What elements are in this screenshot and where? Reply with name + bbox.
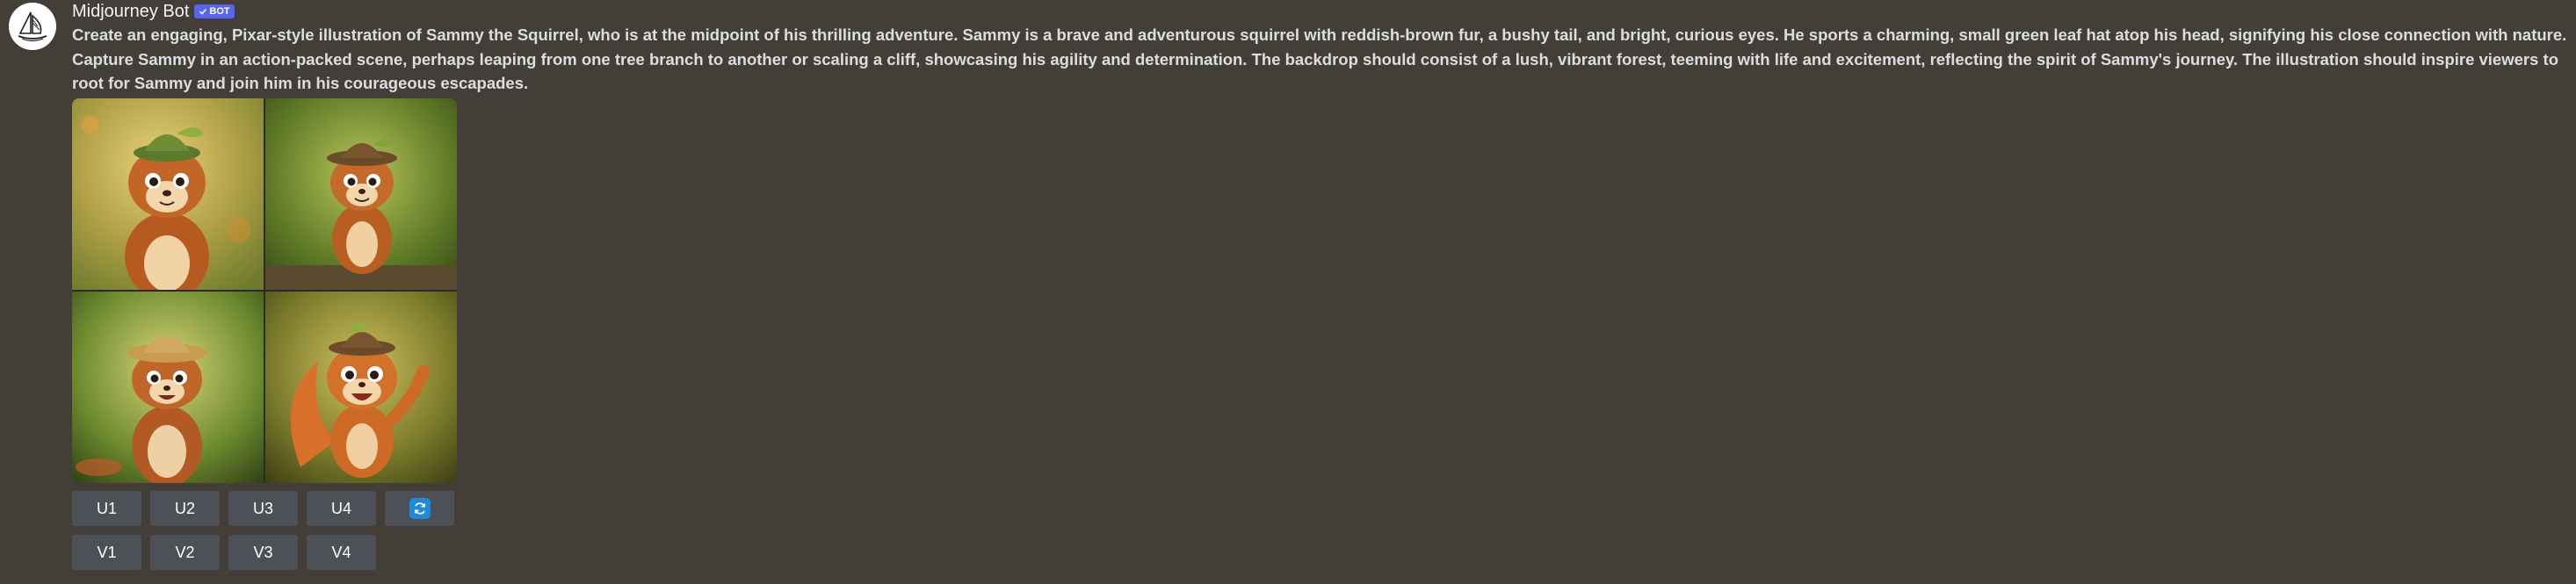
generated-image-2[interactable] bbox=[265, 98, 457, 290]
upscale-button-2[interactable]: U2 bbox=[150, 491, 220, 526]
bot-badge-label: BOT bbox=[209, 6, 230, 17]
prompt-text: Create an engaging, Pixar-style illustra… bbox=[72, 25, 2567, 92]
upscale-button-3[interactable]: U3 bbox=[228, 491, 298, 526]
sailboat-icon bbox=[18, 11, 47, 42]
checkmark-icon bbox=[199, 8, 207, 15]
bot-message: Midjourney Bot BOT Create an engaging, P… bbox=[0, 0, 2576, 584]
variation-button-3[interactable]: V3 bbox=[228, 535, 298, 570]
generated-image-1[interactable] bbox=[72, 98, 264, 290]
variation-button-2[interactable]: V2 bbox=[150, 535, 220, 570]
upscale-button-1[interactable]: U1 bbox=[72, 491, 141, 526]
upscale-button-row: U1 U2 U3 U4 bbox=[72, 491, 454, 526]
image-grid[interactable] bbox=[72, 98, 457, 483]
author-name[interactable]: Midjourney Bot bbox=[72, 2, 189, 22]
generated-image-3[interactable] bbox=[72, 292, 264, 483]
reroll-button[interactable] bbox=[385, 491, 454, 526]
bot-badge: BOT bbox=[194, 4, 235, 18]
message-header: Midjourney Bot BOT bbox=[72, 0, 235, 23]
refresh-icon bbox=[409, 498, 431, 519]
variation-button-1[interactable]: V1 bbox=[72, 535, 141, 570]
bot-avatar[interactable] bbox=[9, 3, 56, 50]
variation-button-row: V1 V2 V3 V4 bbox=[72, 535, 376, 570]
generated-image-4[interactable] bbox=[265, 292, 457, 483]
upscale-button-4[interactable]: U4 bbox=[307, 491, 376, 526]
variation-button-4[interactable]: V4 bbox=[307, 535, 376, 570]
